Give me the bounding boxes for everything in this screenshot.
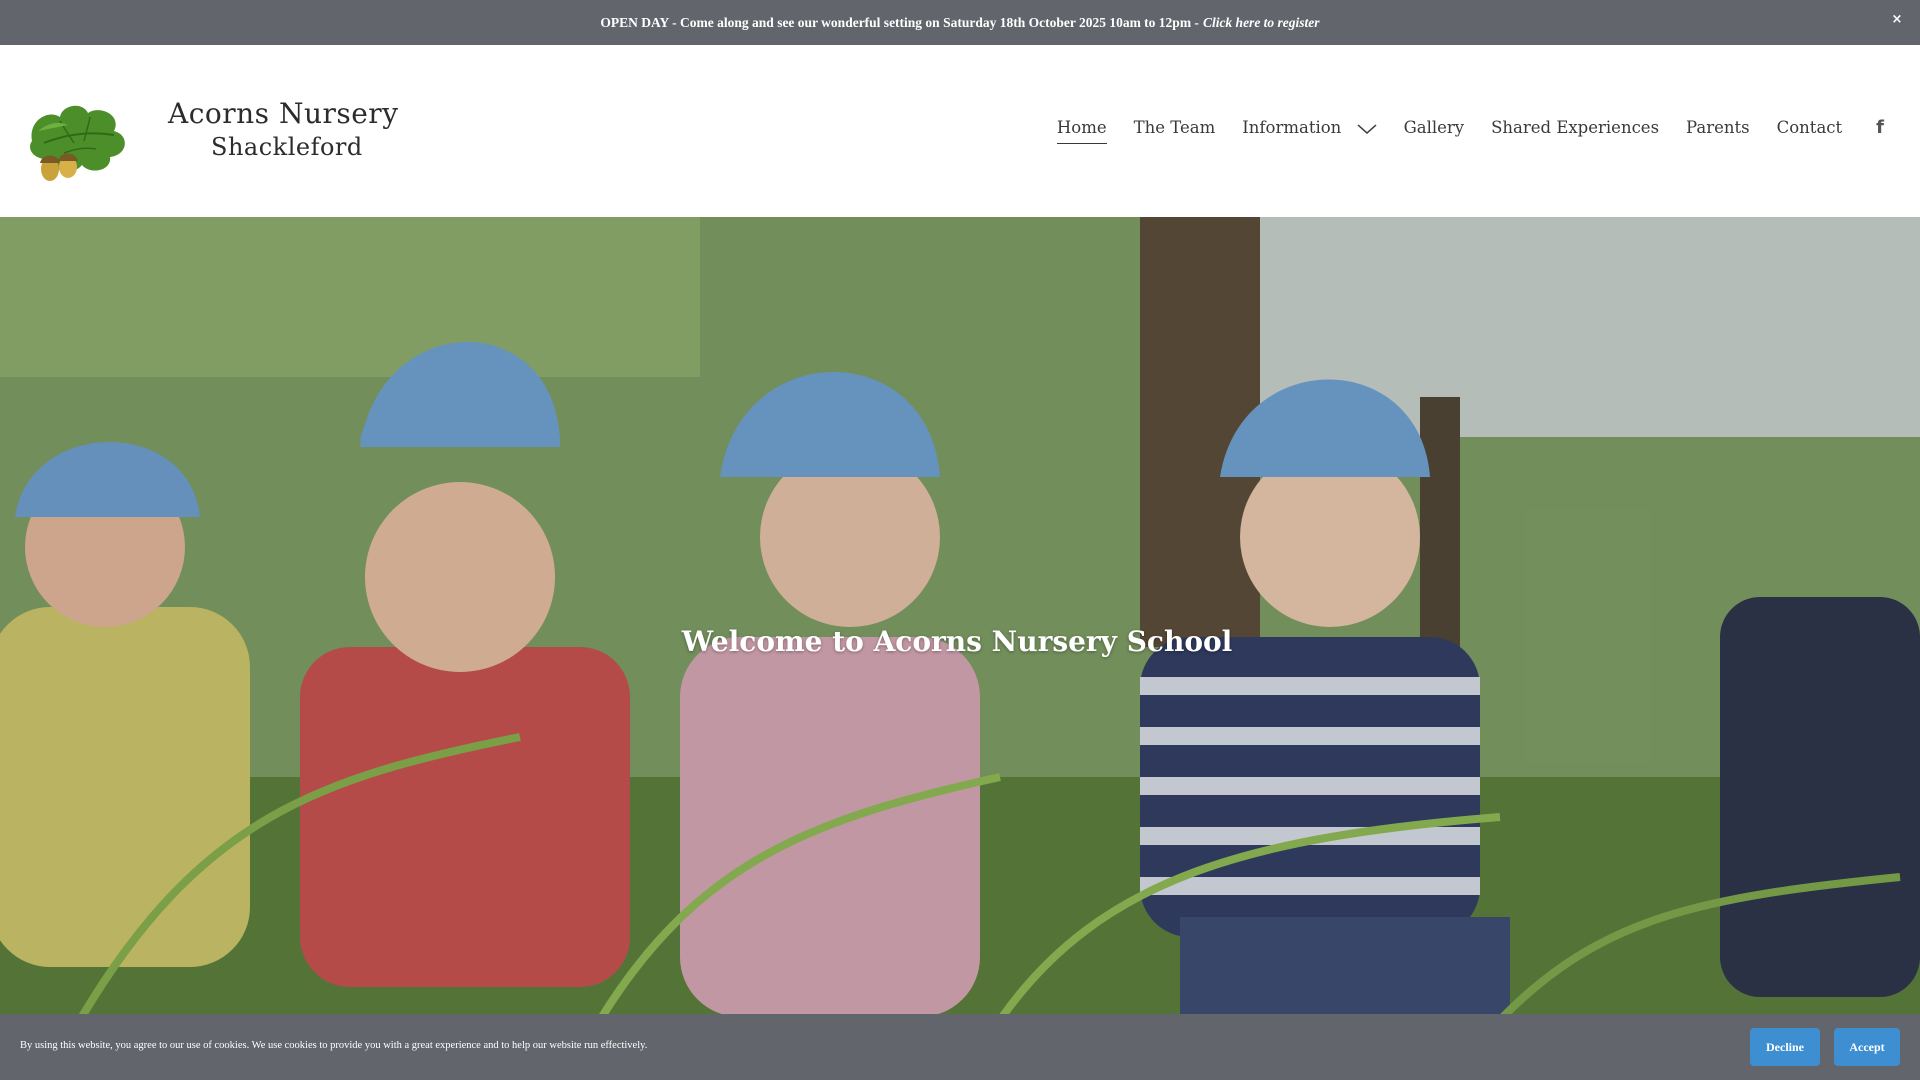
close-icon[interactable]: × bbox=[1888, 11, 1906, 29]
nav-home[interactable]: Home bbox=[1056, 118, 1107, 144]
accept-button[interactable]: Accept bbox=[1834, 1028, 1900, 1066]
cookie-text: By using this website, you agree to our … bbox=[20, 1040, 648, 1051]
nav-gallery[interactable]: Gallery bbox=[1404, 118, 1465, 143]
nav-shared-experiences[interactable]: Shared Experiences bbox=[1491, 118, 1659, 143]
decline-button[interactable]: Decline bbox=[1750, 1028, 1820, 1066]
logo-title: Acorns Nursery bbox=[168, 97, 399, 130]
hero-overlay bbox=[0, 217, 1920, 1020]
nav-parents[interactable]: Parents bbox=[1686, 118, 1750, 143]
hero-section: Welcome to Acorns Nursery School bbox=[0, 217, 1920, 1020]
main-nav: Home The Team Information Gallery Shared… bbox=[1056, 117, 1884, 144]
site-header: Acorns Nursery Shackleford Home The Team… bbox=[0, 45, 1920, 217]
register-link[interactable]: Click here to register bbox=[1203, 15, 1320, 31]
announcement-bar[interactable]: OPEN DAY - Come along and see our wonder… bbox=[0, 0, 1920, 45]
nav-the-team[interactable]: The Team bbox=[1134, 118, 1216, 143]
nav-contact[interactable]: Contact bbox=[1777, 118, 1843, 143]
hero-title: Welcome to Acorns Nursery School bbox=[681, 625, 1233, 658]
nav-information[interactable]: Information bbox=[1242, 118, 1377, 143]
announcement-text: OPEN DAY - Come along and see our wonder… bbox=[600, 14, 1199, 30]
facebook-icon[interactable]: f bbox=[1876, 117, 1884, 144]
chevron-down-icon bbox=[1357, 123, 1377, 134]
site-logo[interactable]: Acorns Nursery Shackleford bbox=[24, 77, 398, 187]
cookie-banner: By using this website, you agree to our … bbox=[0, 1014, 1920, 1080]
logo-subtitle: Shackleford bbox=[211, 133, 363, 161]
oak-leaf-acorn-icon bbox=[30, 105, 125, 181]
nav-information-label: Information bbox=[1242, 118, 1342, 137]
